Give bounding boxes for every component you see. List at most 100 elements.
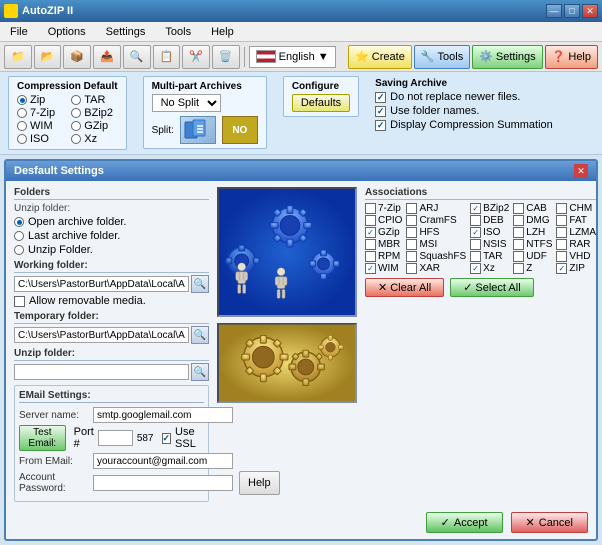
assoc-checkbox-tar[interactable] <box>470 251 481 262</box>
assoc-checkbox-7-zip[interactable] <box>365 203 376 214</box>
tb-move-button[interactable]: ✂️ <box>182 45 210 69</box>
display-compression-checkbox[interactable]: ✓ <box>375 120 386 131</box>
temp-folder-browse[interactable]: 🔍 <box>191 326 209 344</box>
unzip-folder-input[interactable] <box>14 364 189 380</box>
assoc-checkbox-nsis[interactable] <box>470 239 481 250</box>
open-archive-option[interactable]: Open archive folder. <box>14 216 209 228</box>
assoc-checkbox-mbr[interactable] <box>365 239 376 250</box>
assoc-checkbox-udf[interactable] <box>513 251 524 262</box>
use-folder-checkbox[interactable]: ✓ <box>375 106 386 117</box>
assoc-item-lzma[interactable]: LZMA <box>556 227 596 238</box>
assoc-checkbox-z[interactable] <box>513 263 524 274</box>
help-button[interactable]: ❓ Help <box>545 45 598 69</box>
assoc-checkbox-gzip[interactable]: ✓ <box>365 227 376 238</box>
clear-all-button[interactable]: ✕ Clear All <box>365 278 444 297</box>
tb-extract-button[interactable]: 📤 <box>93 45 121 69</box>
assoc-item-deb[interactable]: DEB <box>470 215 509 226</box>
assoc-checkbox-bzip2[interactable]: ✓ <box>470 203 481 214</box>
accept-button[interactable]: ✓ Accept <box>426 512 503 533</box>
menu-options[interactable]: Options <box>42 24 92 40</box>
assoc-checkbox-chm[interactable] <box>556 203 567 214</box>
compression-tar[interactable]: TAR <box>71 94 117 106</box>
assoc-checkbox-iso[interactable]: ✓ <box>470 227 481 238</box>
allow-removable-checkbox[interactable] <box>14 296 25 307</box>
dialog-close-button[interactable]: ✕ <box>574 164 588 178</box>
assoc-item-arj[interactable]: ARJ <box>406 203 466 214</box>
settings-button[interactable]: ⚙️ Settings <box>472 45 542 69</box>
test-email-button[interactable]: Test Email: <box>19 425 66 451</box>
menu-settings[interactable]: Settings <box>100 24 152 40</box>
minimize-button[interactable]: — <box>546 4 562 18</box>
from-email-input[interactable] <box>93 453 233 469</box>
compression-gzip[interactable]: GZip <box>71 120 117 132</box>
assoc-checkbox-rar[interactable] <box>556 239 567 250</box>
tb-add-button[interactable]: 📦 <box>63 45 91 69</box>
working-folder-browse[interactable]: 🔍 <box>191 275 209 293</box>
compression-iso[interactable]: ISO <box>17 133 63 145</box>
assoc-checkbox-vhd[interactable] <box>556 251 567 262</box>
menu-tools[interactable]: Tools <box>159 24 197 40</box>
account-password-input[interactable] <box>93 475 233 491</box>
tb-open-button[interactable]: 📂 <box>34 45 62 69</box>
display-compression-checkbox-row[interactable]: ✓ Display Compression Summation <box>375 119 553 131</box>
compression-zip[interactable]: Zip <box>17 94 63 106</box>
bzip2-radio[interactable] <box>71 108 81 118</box>
assoc-checkbox-lzh[interactable] <box>513 227 524 238</box>
no-replace-checkbox-row[interactable]: ✓ Do not replace newer files. <box>375 91 553 103</box>
temp-folder-input[interactable] <box>14 327 189 343</box>
cancel-button[interactable]: ✕ Cancel <box>511 512 588 533</box>
maximize-button[interactable]: □ <box>564 4 580 18</box>
compression-7zip[interactable]: 7-Zip <box>17 107 63 119</box>
ssl-checkbox[interactable]: ✓ <box>162 433 172 444</box>
assoc-checkbox-lzma[interactable] <box>556 227 567 238</box>
tb-new-button[interactable]: 📁 <box>4 45 32 69</box>
assoc-checkbox-zip[interactable]: ✓ <box>556 263 567 274</box>
defaults-button[interactable]: Defaults <box>292 94 350 112</box>
assoc-item-cpio[interactable]: CPIO <box>365 215 402 226</box>
no-replace-checkbox[interactable]: ✓ <box>375 92 386 103</box>
assoc-checkbox-deb[interactable] <box>470 215 481 226</box>
iso-radio[interactable] <box>17 134 27 144</box>
assoc-checkbox-cab[interactable] <box>513 203 524 214</box>
assoc-item-hfs[interactable]: HFS <box>406 227 466 238</box>
assoc-checkbox-xz[interactable]: ✓ <box>470 263 481 274</box>
menu-file[interactable]: File <box>4 24 34 40</box>
assoc-checkbox-rpm[interactable] <box>365 251 376 262</box>
zip-radio[interactable] <box>17 95 27 105</box>
assoc-item-msi[interactable]: MSI <box>406 239 466 250</box>
language-selector[interactable]: English ▼ <box>249 46 336 68</box>
assoc-checkbox-fat[interactable] <box>556 215 567 226</box>
close-button[interactable]: ✕ <box>582 4 598 18</box>
assoc-item-ntfs[interactable]: NTFS <box>513 239 552 250</box>
allow-removable-row[interactable]: Allow removable media. <box>14 295 209 307</box>
last-archive-option[interactable]: Last archive folder. <box>14 230 209 242</box>
assoc-item-iso[interactable]: ✓ISO <box>470 227 509 238</box>
assoc-item-bzip2[interactable]: ✓BZip2 <box>470 203 509 214</box>
assoc-item-vhd[interactable]: VHD <box>556 251 596 262</box>
tb-delete-button[interactable]: 🗑️ <box>212 45 240 69</box>
assoc-item-xz[interactable]: ✓Xz <box>470 263 509 274</box>
compression-bzip2[interactable]: BZip2 <box>71 107 117 119</box>
compression-wim[interactable]: WIM <box>17 120 63 132</box>
create-button[interactable]: ⭐ Create <box>348 45 412 69</box>
assoc-checkbox-cpio[interactable] <box>365 215 376 226</box>
assoc-checkbox-dmg[interactable] <box>513 215 524 226</box>
7zip-radio[interactable] <box>17 108 27 118</box>
xz-radio[interactable] <box>71 134 81 144</box>
server-name-input[interactable] <box>93 407 233 423</box>
assoc-item-cramfs[interactable]: CramFS <box>406 215 466 226</box>
assoc-item-fat[interactable]: FAT <box>556 215 596 226</box>
assoc-checkbox-hfs[interactable] <box>406 227 417 238</box>
assoc-item-xar[interactable]: XAR <box>406 263 466 274</box>
assoc-item-cab[interactable]: CAB <box>513 203 552 214</box>
assoc-checkbox-wim[interactable]: ✓ <box>365 263 376 274</box>
tar-radio[interactable] <box>71 95 81 105</box>
gzip-radio[interactable] <box>71 121 81 131</box>
unzip-folder-browse[interactable]: 🔍 <box>191 363 209 381</box>
tb-copy-button[interactable]: 📋 <box>153 45 181 69</box>
assoc-item-zip[interactable]: ✓ZIP <box>556 263 596 274</box>
assoc-item-z[interactable]: Z <box>513 263 552 274</box>
assoc-item-udf[interactable]: UDF <box>513 251 552 262</box>
menu-help[interactable]: Help <box>205 24 240 40</box>
open-archive-radio[interactable] <box>14 217 24 227</box>
